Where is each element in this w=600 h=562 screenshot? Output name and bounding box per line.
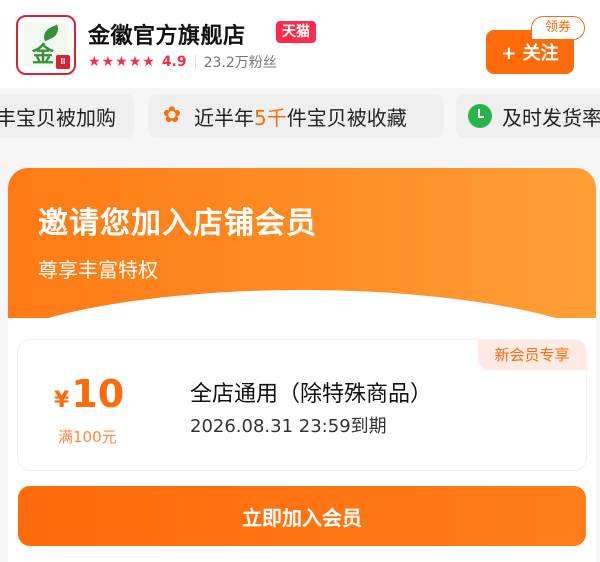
star-icon: ★ bbox=[88, 54, 101, 70]
highlight-number: 5千 bbox=[254, 105, 287, 130]
logo-badge: Ⅲ bbox=[56, 55, 70, 69]
coupon-expiry: 2026.08.31 23:59到期 bbox=[190, 416, 387, 437]
tmall-badge: 天猫 bbox=[276, 21, 316, 43]
coupon-title: 全店通用（除特殊商品） bbox=[190, 382, 433, 407]
member-coupon[interactable]: ¥10 满100元 全店通用（除特殊商品） 2026.08.31 23:59到期… bbox=[18, 340, 586, 470]
currency-symbol: ¥ bbox=[54, 388, 70, 413]
shop-highlights: 丰宝贝被加购 ✿ 近半年 5千 件宝贝被收藏 及时发货率 bbox=[0, 94, 600, 138]
member-subtitle: 尊享丰富特权 bbox=[38, 258, 158, 282]
highlight-text-post: 件宝贝被收藏 bbox=[286, 105, 407, 130]
member-invite-card: 邀请您加入店铺会员 尊享丰富特权 ¥10 满100元 全店通用（除特殊商品） 2… bbox=[8, 168, 596, 562]
highlight-text: 丰宝贝被加购 bbox=[0, 105, 116, 130]
coupon-value: ¥10 满100元 bbox=[18, 340, 168, 470]
highlight-text: 及时发货率 bbox=[502, 105, 600, 130]
flower-star-icon: ✿ bbox=[162, 103, 182, 128]
star-icon: ★ bbox=[101, 54, 115, 70]
highlight-text-pre: 近半年 bbox=[194, 105, 254, 130]
shop-logo[interactable]: 金徽 Ⅲ bbox=[16, 15, 76, 75]
highlight-favorites[interactable]: ✿ 近半年 5千 件宝贝被收藏 bbox=[148, 94, 444, 138]
shop-name[interactable]: 金徽官方旗舰店 bbox=[88, 18, 246, 50]
star-icon: ★ bbox=[142, 54, 155, 70]
highlight-cart-adds[interactable]: 丰宝贝被加购 bbox=[0, 94, 134, 138]
join-member-button[interactable]: 立即加入会员 bbox=[18, 486, 586, 546]
rating-value: 4.9 bbox=[161, 54, 187, 70]
shop-header: 金徽 Ⅲ 金徽官方旗舰店 天猫 ★ ★ ★ ★ ★ 4.9 23.2万粉丝 + … bbox=[0, 0, 600, 88]
star-icon: ★ bbox=[128, 54, 142, 70]
coupon-amount: ¥10 bbox=[54, 372, 124, 416]
rating-row: ★ ★ ★ ★ ★ 4.9 23.2万粉丝 bbox=[88, 53, 277, 71]
clock-icon bbox=[468, 104, 492, 128]
member-title: 邀请您加入店铺会员 bbox=[38, 206, 317, 241]
coupon-condition: 满100元 bbox=[58, 428, 117, 446]
coupon-amount-number: 10 bbox=[71, 372, 125, 416]
new-member-badge: 新会员专享 bbox=[478, 340, 586, 370]
get-coupon-tag[interactable]: 领券 bbox=[531, 16, 585, 40]
fans-count: 23.2万粉丝 bbox=[203, 55, 277, 71]
divider bbox=[194, 55, 196, 69]
star-icon: ★ bbox=[115, 54, 128, 70]
highlight-shipping[interactable]: 及时发货率 bbox=[456, 94, 600, 138]
